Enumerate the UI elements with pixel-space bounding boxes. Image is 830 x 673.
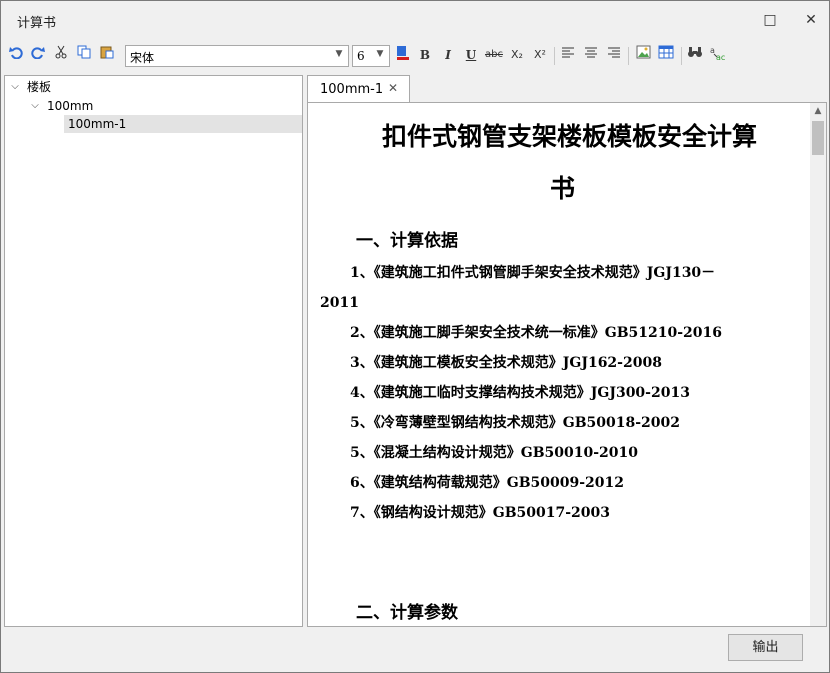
editor-toolbar: 宋体 ▼ 6 ▼ B I U abc X₂ X² a ac xyxy=(1,39,829,71)
underline-button[interactable]: U xyxy=(461,45,481,65)
maximize-icon[interactable]: □ xyxy=(757,7,783,33)
reference-number: 5、 xyxy=(350,415,374,431)
font-name-value: 宋体 xyxy=(130,51,155,65)
reference-item: 2、《建筑施工脚手架安全技术统一标准》GB51210-2016 xyxy=(320,318,796,348)
chevron-down-icon: ▼ xyxy=(335,49,343,59)
find-icon[interactable] xyxy=(685,45,705,65)
align-center-icon[interactable] xyxy=(581,45,601,65)
chevron-down-icon: ▼ xyxy=(376,49,384,59)
insert-image-icon[interactable] xyxy=(633,45,653,65)
reference-item: 1、《建筑施工扣件式钢管脚手架安全技术规范》JGJ130－ xyxy=(320,258,796,288)
reference-item: 4、《建筑施工临时支撑结构技术规范》JGJ300-2013 xyxy=(320,378,796,408)
reference-text: 《建筑施工模板安全技术规范》JGJ162-2008 xyxy=(373,355,662,371)
font-size-value: 6 xyxy=(357,49,365,63)
export-button[interactable]: 输出 xyxy=(728,634,803,661)
reference-item: 5、《混凝土结构设计规范》GB50010-2010 xyxy=(320,438,796,468)
copy-icon[interactable] xyxy=(74,45,94,65)
tab-label: 100mm-1 xyxy=(320,82,384,97)
insert-table-icon[interactable] xyxy=(656,45,676,65)
replace-icon[interactable]: a ac xyxy=(708,45,728,65)
reference-number: 3、 xyxy=(350,355,374,371)
reference-text: 《钢结构设计规范》GB50017-2003 xyxy=(373,505,611,521)
reference-text: 《混凝土结构设计规范》GB50010-2010 xyxy=(373,445,639,461)
document-title-line1: 扣件式钢管支架楼板模板安全计算 xyxy=(382,122,758,151)
font-size-select[interactable]: 6 ▼ xyxy=(352,45,390,67)
title-bar: 计算书 □ ✕ xyxy=(1,1,829,39)
calc-book-window: 计算书 □ ✕ 宋体 ▼ 6 ▼ B I U abc X₂ X² a ac ⌵ … xyxy=(0,0,830,673)
toolbar-divider xyxy=(681,47,682,65)
toolbar-divider xyxy=(628,47,629,65)
reference-number: 7、 xyxy=(350,505,374,521)
strikethrough-button[interactable]: abc xyxy=(484,45,504,65)
reference-item: 2011 xyxy=(320,288,796,318)
tree-item-label: 100mm-1 xyxy=(68,117,127,131)
svg-text:ac: ac xyxy=(716,53,725,61)
font-color-icon[interactable] xyxy=(393,45,413,65)
align-right-icon[interactable] xyxy=(604,45,624,65)
document-tabs: 100mm-1 ✕ xyxy=(307,75,827,103)
redo-icon[interactable] xyxy=(28,45,48,65)
align-left-icon[interactable] xyxy=(558,45,578,65)
subscript-button[interactable]: X₂ xyxy=(507,45,527,65)
section-heading: 一、计算依据 xyxy=(356,231,458,251)
svg-text:a: a xyxy=(710,46,715,55)
reference-number: 5、 xyxy=(350,445,374,461)
paste-icon[interactable] xyxy=(97,45,117,65)
reference-item: 3、《建筑施工模板安全技术规范》JGJ162-2008 xyxy=(320,348,796,378)
reference-item: 6、《建筑结构荷载规范》GB50009-2012 xyxy=(320,468,796,498)
document-title-line2: 书 xyxy=(550,174,576,203)
close-icon[interactable]: ✕ xyxy=(798,7,824,33)
reference-number: 2、 xyxy=(350,325,374,341)
tree-item-leaf[interactable]: 100mm-1 xyxy=(64,115,302,133)
reference-text: 《建筑施工扣件式钢管脚手架安全技术规范》JGJ130－ xyxy=(373,265,716,281)
document-tree: ⌵ 楼板 ⌵ 100mm 100mm-1 xyxy=(4,75,303,627)
reference-item: 5、《冷弯薄壁型钢结构技术规范》GB50018-2002 xyxy=(320,408,796,438)
tree-item-label: 楼板 xyxy=(27,80,52,94)
chevron-down-icon[interactable]: ⌵ xyxy=(9,78,21,96)
reference-item: 7、《钢结构设计规范》GB50017-2003 xyxy=(320,498,796,528)
chevron-up-icon[interactable]: ▲ xyxy=(810,103,826,119)
reference-text: 《冷弯薄壁型钢结构技术规范》GB50018-2002 xyxy=(373,415,681,431)
tree-item-label: 100mm xyxy=(47,99,94,113)
font-name-select[interactable]: 宋体 ▼ xyxy=(125,45,349,67)
cut-icon[interactable] xyxy=(51,45,71,65)
superscript-button[interactable]: X² xyxy=(530,45,550,65)
tree-item-root[interactable]: ⌵ 楼板 xyxy=(5,78,302,96)
reference-text: 《建筑施工脚手架安全技术统一标准》GB51210-2016 xyxy=(373,325,723,341)
reference-text: 《建筑施工临时支撑结构技术规范》JGJ300-2013 xyxy=(373,385,690,401)
document-title: 扣件式钢管支架楼板模板安全计算 书 xyxy=(308,111,812,215)
undo-icon[interactable] xyxy=(6,45,26,65)
italic-button[interactable]: I xyxy=(438,45,458,65)
toolbar-divider xyxy=(554,47,555,65)
reference-text: 《建筑结构荷载规范》GB50009-2012 xyxy=(373,475,625,491)
window-title: 计算书 xyxy=(17,16,57,31)
reference-number: 4、 xyxy=(350,385,374,401)
tab-100mm-1[interactable]: 100mm-1 ✕ xyxy=(307,75,410,103)
section-heading: 二、计算参数 xyxy=(356,603,458,623)
scroll-thumb[interactable] xyxy=(812,121,824,155)
close-icon[interactable]: ✕ xyxy=(388,81,398,95)
vertical-scrollbar[interactable]: ▲ xyxy=(810,103,826,626)
reference-number: 1、 xyxy=(350,265,374,281)
chevron-down-icon[interactable]: ⌵ xyxy=(29,97,41,115)
bold-button[interactable]: B xyxy=(415,45,435,65)
reference-text: 2011 xyxy=(320,295,359,311)
document-view[interactable]: 扣件式钢管支架楼板模板安全计算 书 一、计算依据 1、《建筑施工扣件式钢管脚手架… xyxy=(307,102,827,627)
reference-number: 6、 xyxy=(350,475,374,491)
tree-item-child[interactable]: ⌵ 100mm xyxy=(5,97,302,115)
